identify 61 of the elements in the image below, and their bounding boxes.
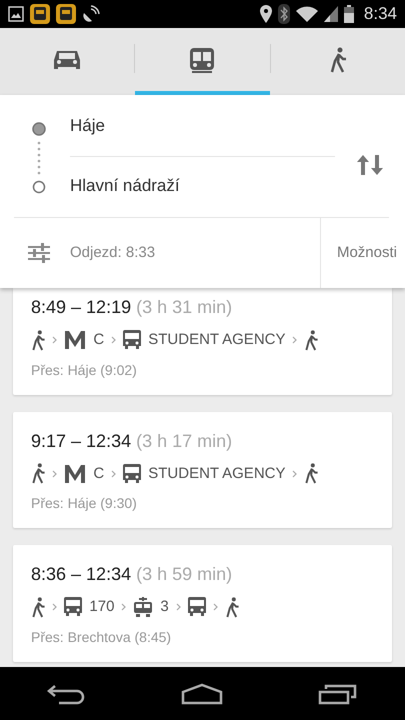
bus-icon xyxy=(123,464,142,484)
picture-icon xyxy=(8,6,24,22)
chevron-icon xyxy=(52,336,58,344)
walking-person-icon xyxy=(224,596,240,618)
chevron-icon xyxy=(52,470,58,478)
line-name: C xyxy=(93,464,104,484)
tram-icon xyxy=(133,597,154,618)
departure-time[interactable]: Odjezd: 8:33 xyxy=(70,242,156,264)
chevron-icon xyxy=(292,336,298,344)
walking-person-icon xyxy=(328,46,347,72)
signal-icon xyxy=(324,6,338,22)
bluetooth-icon xyxy=(278,4,290,24)
route-dots-icon xyxy=(37,140,41,176)
line-name: C xyxy=(93,330,104,350)
walking-person-icon xyxy=(304,330,319,351)
walking-person-icon xyxy=(31,596,46,618)
bus-icon xyxy=(30,4,50,24)
chevron-icon xyxy=(111,336,116,344)
recent-apps-icon[interactable] xyxy=(318,682,358,704)
route-card[interactable]: 9:17 – 12:34 (3 h 17 min) C STUDENT AGENCY Přes: Háje (9:30) xyxy=(13,412,392,528)
walking-person-icon xyxy=(304,463,319,484)
clock-time: 8:34 xyxy=(364,3,397,26)
line-name: STUDENT AGENCY xyxy=(148,464,286,484)
origin-field[interactable]: Háje xyxy=(70,116,105,135)
walking-person-icon xyxy=(31,330,46,351)
metro-icon xyxy=(64,331,86,350)
chevron-icon xyxy=(52,603,58,612)
route-times: 9:17 – 12:34 (3 h 17 min) xyxy=(31,430,234,453)
destination-field[interactable]: Hlavní nádraží xyxy=(70,176,180,195)
route-times: 8:36 – 12:34 (3 h 59 min) xyxy=(31,563,234,586)
transfer-info: Přes: Háje (9:02) xyxy=(31,360,138,380)
route-card[interactable]: 8:36 – 12:34 (3 h 59 min) 170 3 Přes: Brechtova (8:45) xyxy=(13,545,392,662)
walking-person-icon xyxy=(31,463,46,484)
satellite-icon xyxy=(82,5,100,23)
destination-dot-icon xyxy=(32,180,46,194)
wifi-icon xyxy=(296,6,318,22)
chevron-icon xyxy=(212,603,218,612)
line-name: 170 xyxy=(89,597,114,617)
swap-icon[interactable] xyxy=(355,153,385,177)
options-button[interactable]: Možnosti xyxy=(320,218,405,288)
battery-icon xyxy=(344,5,354,23)
chevron-icon xyxy=(292,470,298,478)
transfer-info: Přes: Brechtova (8:45) xyxy=(31,628,172,647)
chevron-icon xyxy=(111,470,116,478)
line-name: STUDENT AGENCY xyxy=(148,330,286,350)
location-pin-icon xyxy=(260,5,272,23)
route-times: 8:49 – 12:19 (3 h 31 min) xyxy=(31,296,234,319)
bus-icon xyxy=(64,597,82,618)
chevron-icon xyxy=(176,603,181,612)
bus-icon xyxy=(188,597,206,618)
bus-icon xyxy=(56,4,76,24)
filter-sliders-icon[interactable] xyxy=(28,243,50,263)
bus-icon xyxy=(123,330,142,350)
chevron-icon xyxy=(121,603,126,612)
route-card[interactable]: 8:49 – 12:19 (3 h 31 min) C STUDENT AGENCY Přes: Háje (9:02) xyxy=(13,288,392,394)
train-icon xyxy=(189,46,216,74)
home-icon[interactable] xyxy=(181,682,224,704)
line-name: 3 xyxy=(160,597,169,617)
metro-icon xyxy=(64,464,86,483)
origin-dot-icon xyxy=(32,122,46,136)
transfer-info: Přes: Háje (9:30) xyxy=(31,494,138,513)
